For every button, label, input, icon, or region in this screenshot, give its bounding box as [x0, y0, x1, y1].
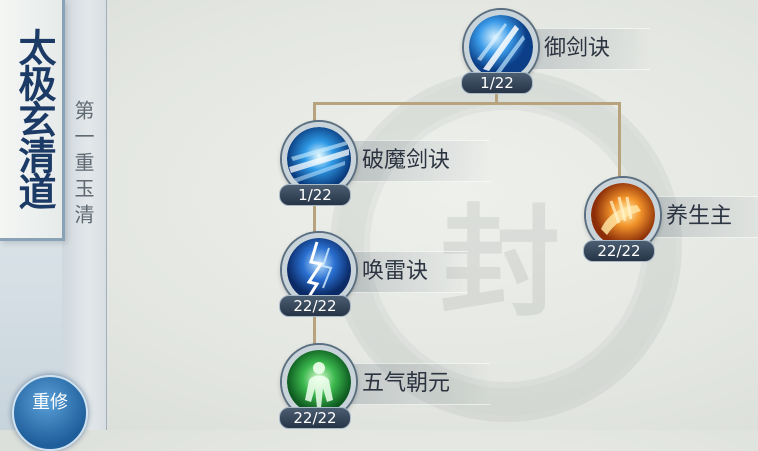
skill-level: 22/22 — [279, 295, 351, 317]
skill-name: 养生主 — [644, 196, 758, 238]
skill-name: 五气朝元 — [340, 363, 491, 405]
reset-skills-label: 重修 — [32, 392, 68, 413]
skill-level: 1/22 — [279, 184, 351, 206]
skill-level: 1/22 — [461, 72, 533, 94]
skill-level: 22/22 — [583, 240, 655, 262]
skill-name: 破魔剑诀 — [340, 140, 491, 182]
tree-connector — [618, 102, 621, 182]
school-title: 太极玄清道 — [12, 28, 57, 208]
tree-connector — [313, 102, 621, 105]
skill-name: 御剑诀 — [522, 28, 651, 70]
tree-connector — [313, 102, 316, 124]
skill-level: 22/22 — [279, 407, 351, 429]
reset-skills-button[interactable]: 重修 — [12, 375, 88, 451]
stage-label: 第一重玉清 — [71, 100, 95, 230]
skill-name: 唤雷诀 — [340, 251, 469, 293]
school-title-banner: 太极玄清道 — [0, 0, 65, 241]
